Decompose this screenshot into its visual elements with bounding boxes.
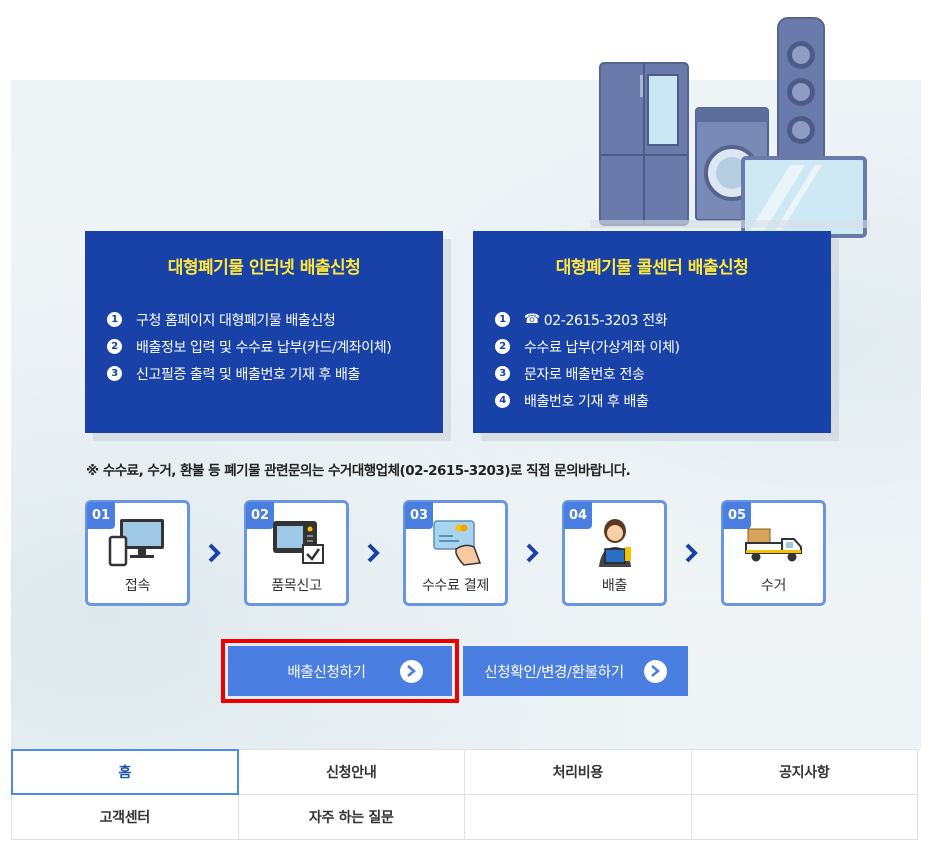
number-badge: 1 [495, 312, 510, 327]
nav-item-faq[interactable]: 자주 하는 질문 [237, 794, 465, 840]
nav-item-customer-center[interactable]: 고객센터 [11, 794, 239, 840]
callcenter-steps-list: 1 ☎ 02-2615-3203 전화 2 수수료 납부(가상계좌 이체) 3 문자로 … [495, 306, 809, 414]
number-badge: 1 [107, 312, 122, 327]
list-item: 1 ☎ 02-2615-3203 전화 [495, 306, 809, 333]
list-item: 4 배출번호 기재 후 배출 [495, 387, 809, 414]
microwave-check-icon [272, 521, 324, 564]
truck-icon [744, 528, 802, 562]
step-label: 접속 [124, 578, 151, 594]
step-item-report: 02 품목신고 [244, 500, 349, 606]
nav-item-processing-fee[interactable]: 처리비용 [464, 749, 692, 795]
list-item-text: 수수료 납부(가상계좌 이체) [524, 339, 680, 356]
list-item-text: 배출번호 기재 후 배출 [524, 393, 649, 410]
chevron-right-icon [685, 543, 698, 563]
person-tv-icon [598, 519, 631, 567]
page: 대형폐기물 인터넷 배출신청 1 구청 홈페이지 대형폐기물 배출신청 2 배출정보… [0, 0, 930, 853]
nav-empty-cell [464, 794, 692, 840]
list-item: 3 신고필증 출력 및 배출번호 기재 후 배출 [107, 360, 421, 387]
list-item: 2 수수료 납부(가상계좌 이체) [495, 333, 809, 360]
internet-application-box: 대형폐기물 인터넷 배출신청 1 구청 홈페이지 대형폐기물 배출신청 2 배출정보… [85, 231, 443, 433]
nav-item-notices[interactable]: 공지사항 [690, 749, 918, 795]
step-label: 배출 [601, 578, 628, 594]
nav-row: 고객센터 자주 하는 질문 [11, 794, 921, 840]
apply-discharge-button[interactable]: 배출신청하기 [221, 639, 459, 703]
appliances-illustration [590, 17, 870, 240]
list-item-text: 배출정보 입력 및 수수료 납부(카드/계좌이체) [136, 339, 392, 356]
internet-steps-list: 1 구청 홈페이지 대형폐기물 배출신청 2 배출정보 입력 및 수수료 납부(카드… [107, 306, 421, 387]
callcenter-box-title: 대형폐기물 콜센터 배출신청 [555, 258, 749, 278]
computer-icon [108, 519, 164, 567]
number-badge: 3 [107, 366, 122, 381]
callcenter-application-box: 대형폐기물 콜센터 배출신청 1 ☎ 02-2615-3203 전화 2 수수료 납부… [473, 231, 831, 433]
number-badge: 4 [495, 393, 510, 408]
step-connect: 01 접속 [85, 500, 190, 606]
check-button-label: 신청확인/변경/환불하기 [484, 664, 624, 681]
inquiry-notice: ※ 수수료, 수거, 환불 등 폐기물 관련문의는 수거대행업체(02-2615… [86, 463, 631, 479]
list-item: 2 배출정보 입력 및 수수료 납부(카드/계좌이체) [107, 333, 421, 360]
step-label: 수거 [760, 578, 787, 594]
step-label: 수수료 결제 [421, 578, 490, 594]
step-collection: 05 수거 [721, 500, 826, 606]
list-item: 1 구청 홈페이지 대형폐기물 배출신청 [107, 306, 421, 333]
list-item: 3 문자로 배출번호 전송 [495, 360, 809, 387]
step-discharge: 04 배출 [562, 500, 667, 606]
list-item-text: 신고필증 출력 및 배출번호 기재 후 배출 [136, 366, 360, 383]
bottom-navigation: 홈 신청안내 처리비용 공지사항 고객센터 자주 하는 질문 [11, 749, 921, 840]
internet-box-title: 대형폐기물 인터넷 배출신청 [167, 258, 361, 278]
step-fee-payment: 03 수수료 결제 [403, 500, 508, 606]
chevron-right-icon [208, 543, 221, 563]
nav-item-home[interactable]: 홈 [11, 749, 239, 795]
list-item-text: 02-2615-3203 전화 [543, 312, 668, 329]
number-badge: 2 [495, 339, 510, 354]
nav-item-application-guide[interactable]: 신청안내 [237, 749, 465, 795]
number-badge: 3 [495, 366, 510, 381]
list-item-text: 문자로 배출번호 전송 [524, 366, 645, 383]
number-badge: 2 [107, 339, 122, 354]
apply-button-label: 배출신청하기 [287, 664, 366, 681]
chevron-right-icon [526, 543, 539, 563]
arrow-right-icon [399, 659, 423, 683]
step-label: 품목신고 [271, 578, 322, 594]
card-payment-icon [432, 520, 481, 566]
arrow-right-icon [643, 659, 667, 683]
check-change-refund-button[interactable]: 신청확인/변경/환불하기 [463, 646, 688, 696]
list-item-text: 구청 홈페이지 대형폐기물 배출신청 [136, 312, 336, 329]
phone-icon: ☎ [524, 312, 540, 327]
chevron-right-icon [367, 543, 380, 563]
nav-empty-cell [690, 794, 918, 840]
nav-row: 홈 신청안내 처리비용 공지사항 [11, 749, 921, 795]
